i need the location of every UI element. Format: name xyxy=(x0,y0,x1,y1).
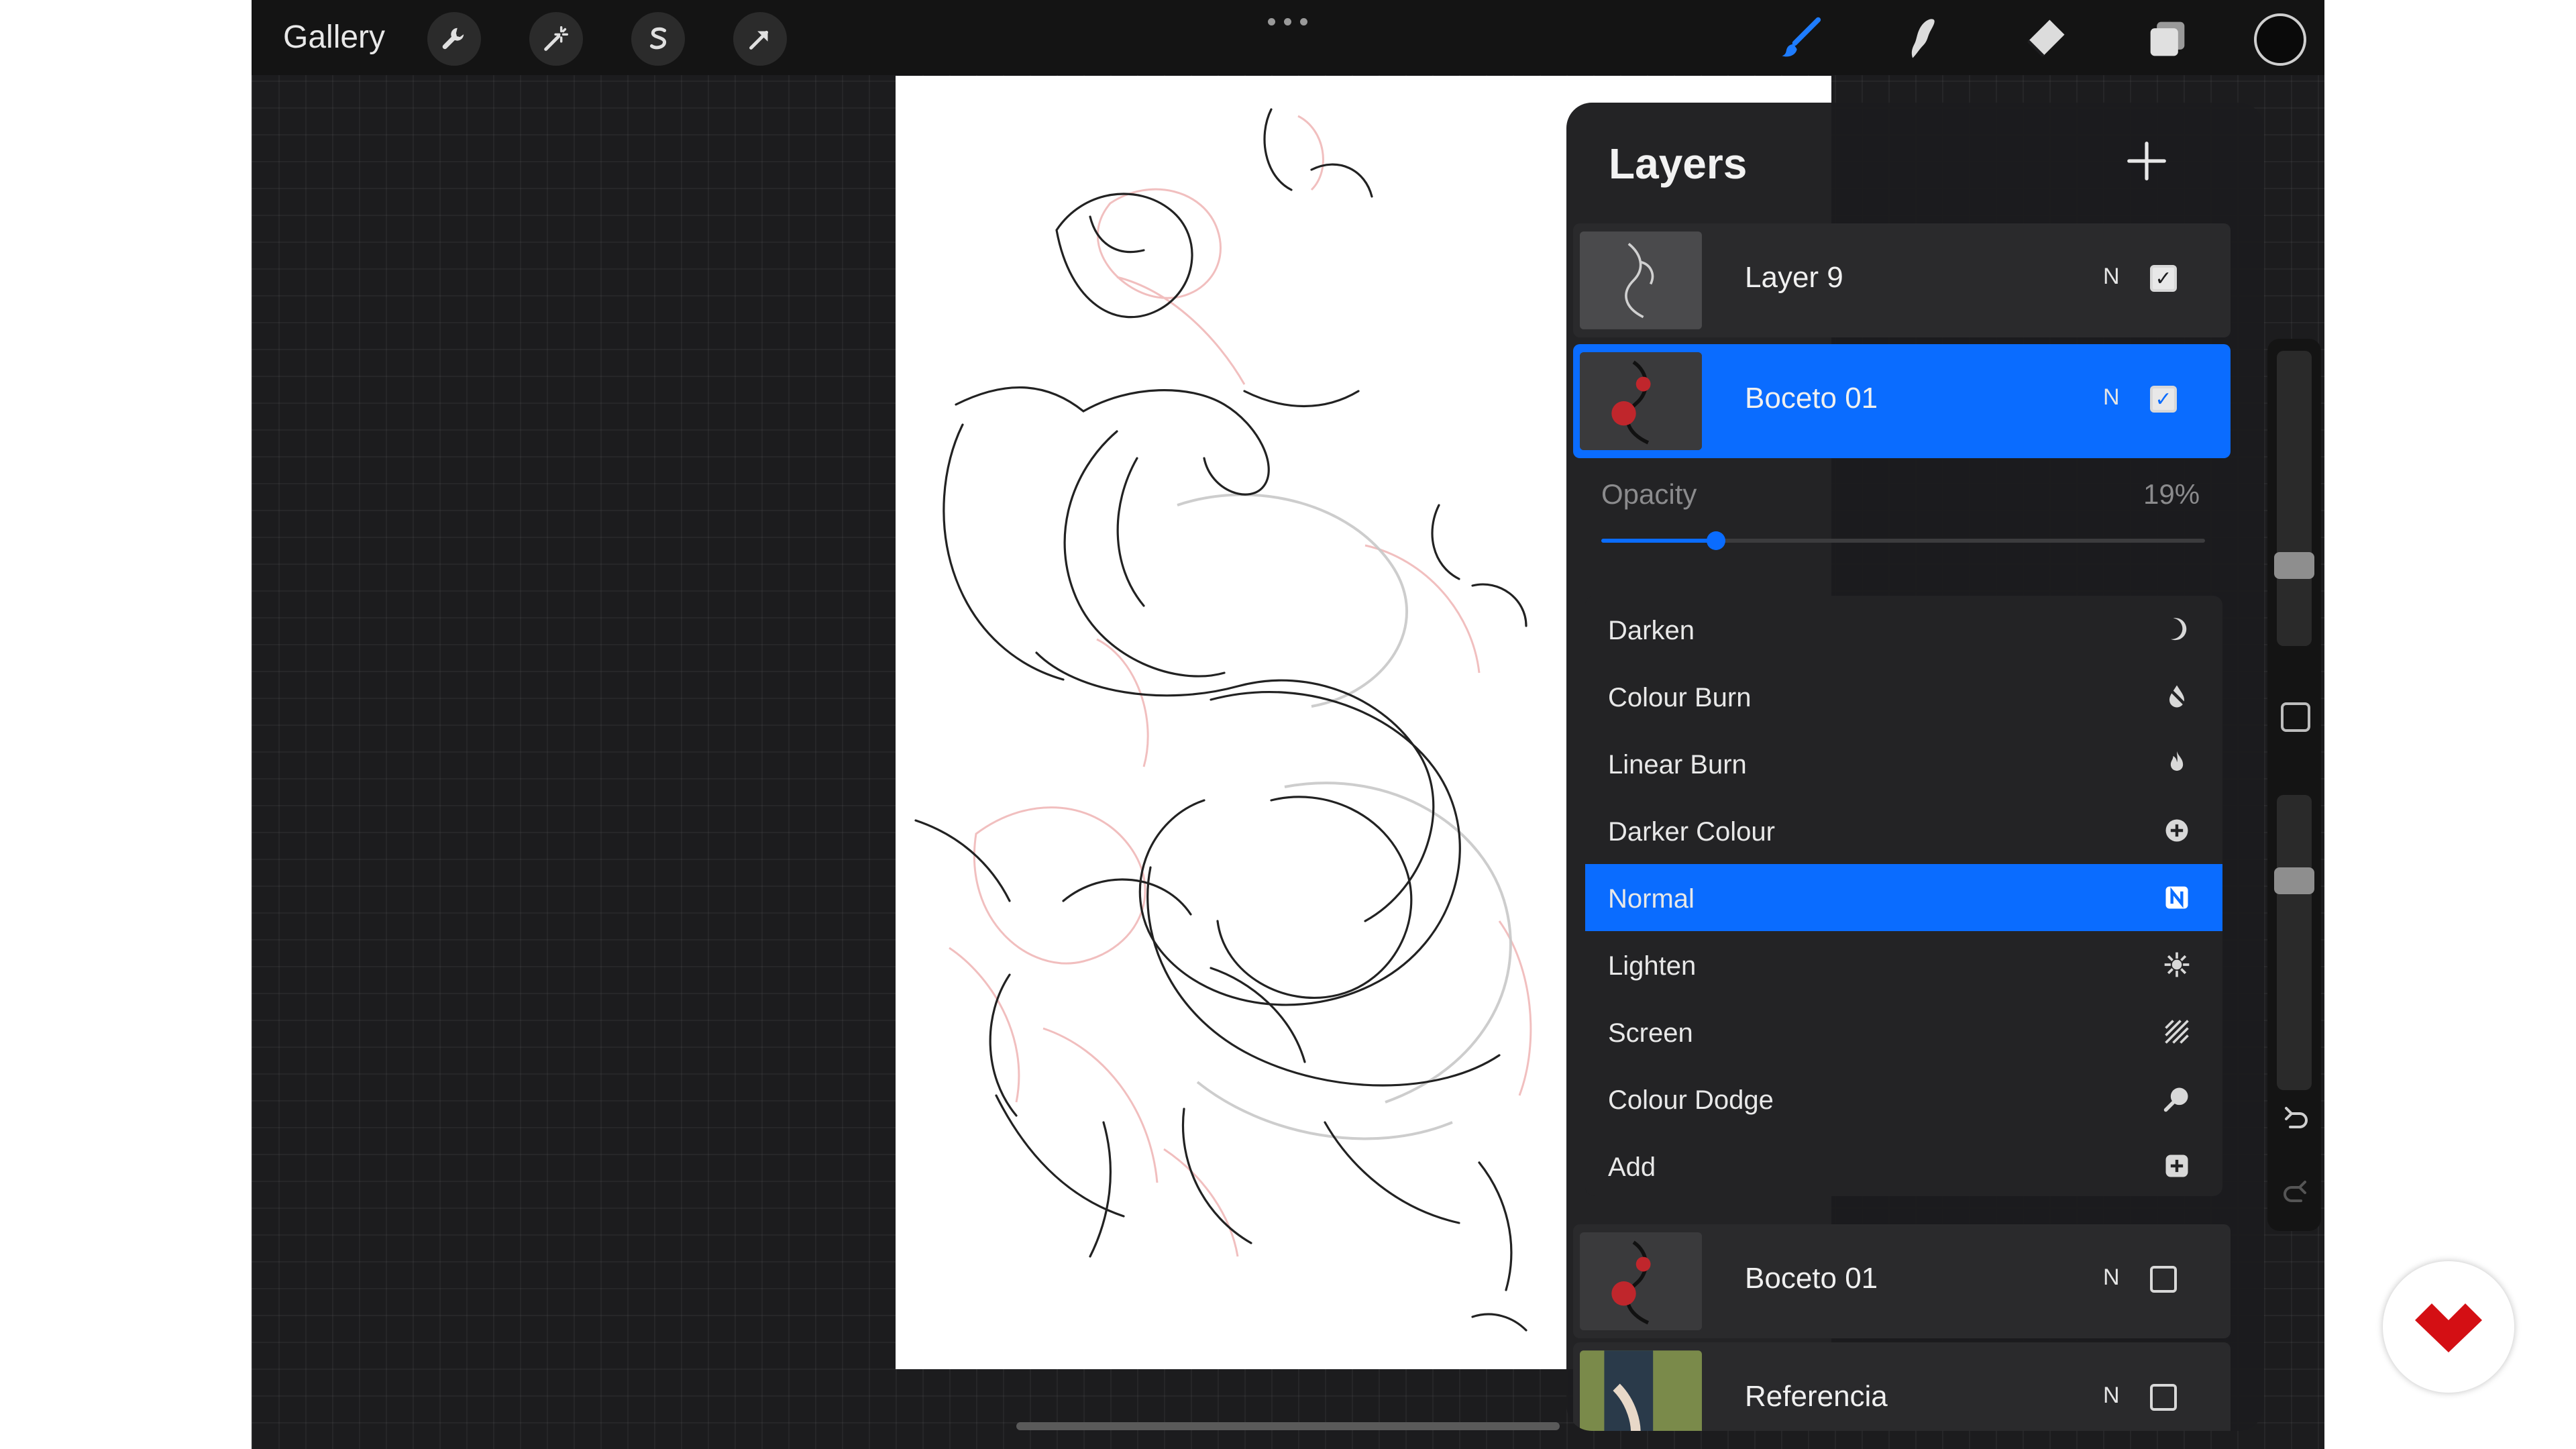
layer-blend-mode-button[interactable]: N xyxy=(2103,1383,2120,1409)
layer-name: Layer 9 xyxy=(1745,261,1843,294)
blend-mode-darken[interactable]: Darken xyxy=(1585,596,2222,663)
blend-mode-label: Normal xyxy=(1608,884,1695,914)
hatch-icon xyxy=(2162,1017,2192,1046)
blend-mode-label: Colour Burn xyxy=(1608,683,1752,712)
layer-name: Boceto 01 xyxy=(1745,382,1878,415)
plus-circle-icon xyxy=(2162,816,2192,845)
layers-panel: Layers Layer 9 N ✓ Boceto 01 N ✓ Opacity… xyxy=(1566,103,2264,1431)
burn-drop-icon xyxy=(2162,682,2192,711)
layer-visibility-checkbox[interactable] xyxy=(2150,1266,2177,1293)
layer-visibility-checkbox[interactable]: ✓ xyxy=(2150,386,2177,413)
blend-mode-label: Screen xyxy=(1608,1018,1693,1048)
home-indicator xyxy=(1016,1422,1560,1430)
layer-blend-mode-button[interactable]: N xyxy=(2103,384,2120,411)
left-sidebar-tools xyxy=(2267,339,2321,1231)
top-toolbar: Gallery xyxy=(252,0,2324,75)
blend-mode-colour-dodge[interactable]: Colour Dodge xyxy=(1585,1065,2222,1132)
brush-opacity-slider[interactable] xyxy=(2274,795,2314,1090)
brush-size-slider-thumb[interactable] xyxy=(2274,552,2314,579)
blend-mode-add[interactable]: Add xyxy=(1585,1132,2222,1199)
layer-name: Boceto 01 xyxy=(1745,1262,1878,1295)
procreate-screen: Gallery Layers Layer 9 N ✓ Boceto 01 N ✓… xyxy=(252,0,2324,1449)
layer-row[interactable]: Boceto 01 N xyxy=(1573,1224,2231,1338)
brush-opacity-slider-thumb[interactable] xyxy=(2274,867,2314,894)
modify-button[interactable] xyxy=(2281,702,2310,732)
magnifier-icon xyxy=(2162,1084,2192,1114)
eraser-icon[interactable] xyxy=(2019,12,2072,66)
layer-visibility-checkbox[interactable]: ✓ xyxy=(2150,265,2177,292)
blend-mode-list: Darken Colour Burn Linear Burn Darker Co… xyxy=(1585,596,2222,1196)
layer-row-active[interactable]: Boceto 01 N ✓ xyxy=(1573,344,2231,458)
layer-visibility-checkbox[interactable] xyxy=(2150,1384,2177,1411)
blend-mode-label: Lighten xyxy=(1608,951,1697,981)
opacity-slider-thumb[interactable] xyxy=(1707,531,1725,550)
opacity-slider[interactable] xyxy=(1601,531,2205,550)
sunburst-icon xyxy=(2162,950,2192,979)
moon-icon xyxy=(2162,614,2192,644)
blend-mode-label: Darker Colour xyxy=(1608,817,1775,847)
plus-square-icon xyxy=(2162,1151,2192,1181)
layer-blend-mode-button[interactable]: N xyxy=(2103,1265,2120,1291)
selection-s-icon[interactable] xyxy=(631,12,685,66)
opacity-slider-fill xyxy=(1601,539,1716,543)
layer-name: Referencia xyxy=(1745,1380,1888,1413)
layer-thumbnail xyxy=(1580,231,1702,329)
layer-thumbnail xyxy=(1580,352,1702,450)
more-options-dots-icon[interactable] xyxy=(1268,15,1308,28)
color-picker-swatch[interactable] xyxy=(2254,13,2306,66)
blend-mode-linear-burn[interactable]: Linear Burn xyxy=(1585,730,2222,797)
brand-logo xyxy=(2383,1261,2514,1393)
blend-mode-colour-burn[interactable]: Colour Burn xyxy=(1585,663,2222,730)
transform-arrow-icon[interactable] xyxy=(733,12,787,66)
layer-row[interactable]: Layer 9 N ✓ xyxy=(1573,223,2231,337)
gallery-button[interactable]: Gallery xyxy=(283,19,385,56)
layers-panel-title: Layers xyxy=(1609,140,1748,188)
blend-mode-label: Darken xyxy=(1608,616,1695,645)
blend-mode-label: Add xyxy=(1608,1152,1656,1182)
blend-mode-normal[interactable]: Normal xyxy=(1585,864,2222,931)
layers-icon[interactable] xyxy=(2141,12,2194,66)
wrench-icon[interactable] xyxy=(427,12,481,66)
blend-mode-screen[interactable]: Screen xyxy=(1585,998,2222,1065)
redo-icon[interactable] xyxy=(2279,1174,2312,1206)
brush-icon[interactable] xyxy=(1774,12,1828,66)
brush-size-slider[interactable] xyxy=(2274,351,2314,646)
blend-mode-lighten[interactable]: Lighten xyxy=(1585,931,2222,998)
opacity-value: 19% xyxy=(2143,478,2200,510)
magic-wand-icon[interactable] xyxy=(529,12,583,66)
layer-thumbnail xyxy=(1580,1350,1702,1431)
flame-icon xyxy=(2162,749,2192,778)
smudge-icon[interactable] xyxy=(1896,12,1950,66)
blend-mode-label: Linear Burn xyxy=(1608,750,1747,780)
layer-blend-mode-button[interactable]: N xyxy=(2103,264,2120,290)
blend-mode-label: Colour Dodge xyxy=(1608,1085,1774,1115)
layer-thumbnail xyxy=(1580,1232,1702,1330)
blend-mode-darker-colour[interactable]: Darker Colour xyxy=(1585,797,2222,864)
n-badge-icon xyxy=(2162,883,2192,912)
undo-icon[interactable] xyxy=(2279,1100,2312,1132)
layer-row[interactable]: Referencia N xyxy=(1573,1342,2231,1431)
plus-icon[interactable] xyxy=(2123,138,2170,184)
opacity-label-text: Opacity xyxy=(1601,478,1697,510)
